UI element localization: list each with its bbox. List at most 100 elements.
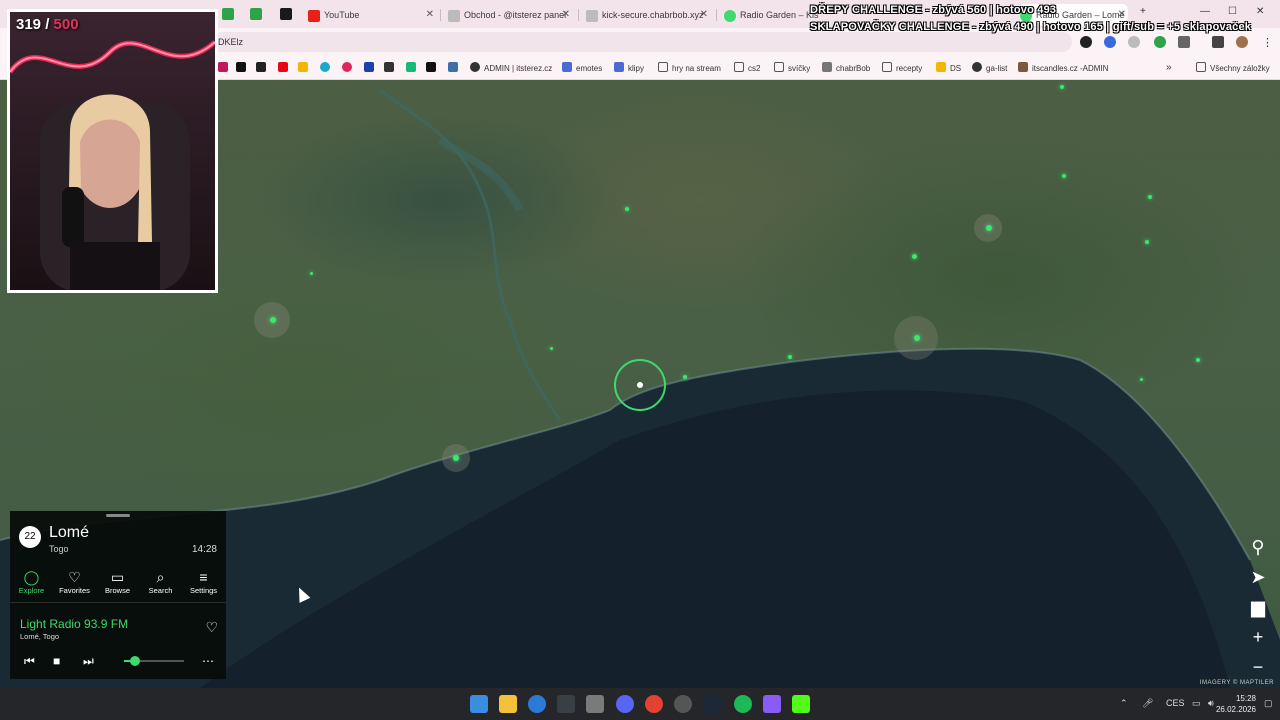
zoom-out-icon[interactable]: − bbox=[1246, 655, 1270, 679]
station-dot[interactable] bbox=[1062, 174, 1066, 178]
next-icon[interactable]: ⏭ bbox=[83, 654, 94, 669]
app-icon[interactable] bbox=[557, 695, 575, 713]
tab-favorites[interactable]: ♡ Favorites bbox=[53, 569, 96, 595]
url-field[interactable] bbox=[212, 32, 1072, 52]
tab-youtube[interactable]: YouTube ✕ bbox=[308, 4, 436, 26]
clock[interactable]: 15:28 26.02.2026 bbox=[1216, 693, 1256, 715]
bookmark-admin[interactable]: ADMIN | itsterez.cz bbox=[470, 62, 552, 74]
pinned-tab-icon[interactable] bbox=[222, 8, 234, 20]
more-options-icon[interactable]: ⋯ bbox=[202, 654, 214, 668]
ccleaner-icon[interactable] bbox=[528, 695, 546, 713]
discord-icon[interactable] bbox=[616, 695, 634, 713]
station-dot[interactable] bbox=[788, 355, 792, 359]
tab-kick-secure[interactable]: kick-secure.chabrbob.xyz ✕ bbox=[586, 4, 710, 26]
bookmark-klipy[interactable]: klipy bbox=[614, 62, 644, 74]
paypal-icon[interactable] bbox=[364, 62, 374, 72]
bookmark-icon[interactable] bbox=[298, 62, 308, 72]
app-icon[interactable] bbox=[586, 695, 604, 713]
radio-garden-logo-icon[interactable]: ⚲ bbox=[1246, 535, 1270, 559]
previous-icon[interactable]: ⏮ bbox=[24, 654, 35, 669]
pinned-tab-icon[interactable] bbox=[250, 8, 262, 20]
tray-chevron-icon[interactable]: ⌃ bbox=[1120, 698, 1128, 709]
kick-icon[interactable] bbox=[792, 695, 810, 713]
bookmark-chabrbob[interactable]: chabrBob bbox=[822, 62, 870, 74]
bookmark-itscandles[interactable]: itscandles.cz -ADMIN bbox=[1018, 62, 1108, 74]
bookmark-icon[interactable] bbox=[256, 62, 266, 72]
extension-icon[interactable] bbox=[1080, 36, 1092, 48]
chrome-icon[interactable] bbox=[645, 695, 663, 713]
language-indicator[interactable]: CES bbox=[1166, 698, 1185, 708]
tab-search[interactable]: ⌕ Search bbox=[139, 569, 182, 595]
kick-tab-icon[interactable] bbox=[280, 8, 292, 20]
station-name[interactable]: Light Radio 93.9 FM bbox=[20, 617, 128, 631]
netflix-icon[interactable] bbox=[278, 62, 288, 72]
tab-obchod[interactable]: Obchod - @itsterez panel ✕ bbox=[448, 4, 572, 26]
station-dot[interactable] bbox=[310, 272, 313, 275]
bookmark-icon[interactable] bbox=[384, 62, 394, 72]
close-icon[interactable]: ✕ bbox=[562, 4, 570, 26]
minimize-icon[interactable]: — bbox=[1200, 6, 1210, 17]
all-bookmarks[interactable]: Všechny záložky bbox=[1196, 62, 1270, 74]
station-dot[interactable] bbox=[1145, 240, 1149, 244]
bookmark-hry-na-stream[interactable]: hry na stream bbox=[658, 62, 721, 74]
avatar[interactable] bbox=[1236, 36, 1248, 48]
lock-icon[interactable]: ▆ bbox=[1246, 595, 1270, 619]
volume-slider[interactable] bbox=[124, 656, 184, 666]
volume-knob[interactable] bbox=[129, 656, 140, 666]
station-dot[interactable] bbox=[270, 317, 276, 323]
station-dot[interactable] bbox=[1060, 85, 1064, 89]
new-tab-icon[interactable]: + bbox=[1140, 6, 1146, 17]
station-dot[interactable] bbox=[625, 207, 629, 211]
close-icon[interactable]: ✕ bbox=[700, 4, 708, 26]
steam-icon[interactable] bbox=[703, 695, 721, 713]
station-dot[interactable] bbox=[912, 254, 917, 259]
spotify-icon[interactable] bbox=[734, 695, 752, 713]
bookmark-ds[interactable]: DS bbox=[936, 62, 961, 74]
bookmark-icon[interactable] bbox=[406, 62, 416, 72]
drag-handle[interactable] bbox=[106, 514, 130, 517]
close-window-icon[interactable]: ✕ bbox=[1256, 6, 1264, 17]
reading-list-icon[interactable] bbox=[1212, 36, 1224, 48]
station-dot[interactable] bbox=[683, 375, 687, 379]
station-dot[interactable] bbox=[550, 347, 553, 350]
file-explorer-icon[interactable] bbox=[499, 695, 517, 713]
windows-start-icon[interactable] bbox=[470, 695, 488, 713]
x-icon[interactable] bbox=[236, 62, 246, 72]
bookmark-ga-list[interactable]: ga-list bbox=[972, 62, 1007, 74]
tab-radio-garden-kis[interactable]: Radio Garden – Kis bbox=[724, 4, 820, 26]
extensions-puzzle-icon[interactable] bbox=[1178, 36, 1190, 48]
bookmark-icon[interactable] bbox=[218, 62, 228, 72]
station-dot[interactable] bbox=[986, 225, 992, 231]
menu-icon[interactable]: ⋮ bbox=[1262, 36, 1273, 49]
station-dot[interactable] bbox=[453, 455, 459, 461]
bookmark-icon[interactable] bbox=[342, 62, 352, 72]
locate-icon[interactable]: ➤ bbox=[1246, 565, 1270, 589]
tab-explore[interactable]: ◯ Explore bbox=[10, 569, 53, 595]
station-dot[interactable] bbox=[1148, 195, 1152, 199]
stop-icon[interactable]: ■ bbox=[53, 654, 60, 668]
tab-browse[interactable]: ▭ Browse bbox=[96, 569, 139, 595]
microphone-icon[interactable]: 🎤︎ bbox=[1142, 698, 1153, 709]
bookmark-emotes[interactable]: emotes bbox=[562, 62, 602, 74]
volume-icon[interactable]: 🔊︎ bbox=[1208, 698, 1214, 709]
bookmark-recepty[interactable]: recepty bbox=[882, 62, 922, 74]
maximize-icon[interactable]: ☐ bbox=[1228, 6, 1237, 17]
place-header[interactable]: 22 Lomé Togo 14:28 bbox=[10, 521, 226, 565]
bookmark-icon[interactable] bbox=[320, 62, 330, 72]
extension-icon[interactable] bbox=[1104, 36, 1116, 48]
station-dot[interactable] bbox=[1140, 378, 1143, 381]
more-bookmarks-icon[interactable]: » bbox=[1166, 62, 1172, 74]
bookmark-icon[interactable] bbox=[448, 62, 458, 72]
bookmark-cs2[interactable]: cs2 bbox=[734, 62, 760, 74]
notification-icon[interactable]: ▢ bbox=[1264, 698, 1273, 709]
obs-icon[interactable] bbox=[674, 695, 692, 713]
favorite-heart-icon[interactable]: ♡ bbox=[205, 619, 218, 636]
station-dot[interactable] bbox=[914, 335, 920, 341]
app-icon[interactable] bbox=[763, 695, 781, 713]
zoom-in-icon[interactable]: + bbox=[1246, 625, 1270, 649]
station-dot[interactable] bbox=[1196, 358, 1200, 362]
extension-icon[interactable] bbox=[1154, 36, 1166, 48]
download-icon[interactable] bbox=[426, 62, 436, 72]
tab-settings[interactable]: ≡ Settings bbox=[182, 569, 225, 595]
close-icon[interactable]: ✕ bbox=[426, 4, 434, 26]
